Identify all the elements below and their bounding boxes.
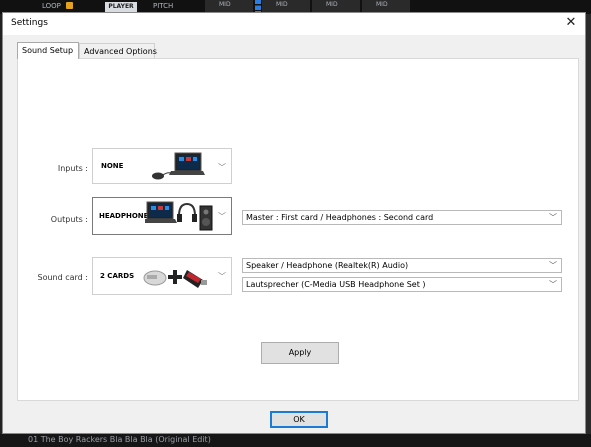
sound-card-label: Sound card : — [37, 273, 89, 282]
inputs-dropdown[interactable]: NONE ﹀ — [92, 148, 232, 184]
laptop-headphones-speaker-icon — [145, 201, 213, 231]
two-cards-icon — [143, 270, 207, 288]
sound-card-1-select[interactable]: Speaker / Headphone (Realtek(R) Audio) ﹀ — [242, 258, 562, 273]
title-bar: Settings ✕ — [3, 13, 585, 35]
ok-button[interactable]: OK — [270, 411, 328, 428]
lock-icon — [66, 2, 73, 9]
chevron-down-icon: ﹀ — [549, 213, 557, 222]
close-icon[interactable]: ✕ — [563, 15, 579, 31]
pitch-label: PITCH — [153, 2, 174, 10]
sound-setup-panel: Inputs : NONE ﹀ Outputs : HEADPHONES ﹀ M… — [17, 58, 579, 401]
sound-card-2-select[interactable]: Lautsprecher (C-Media USB Headphone Set … — [242, 277, 562, 292]
sound-card-value: 2 CARDS — [100, 272, 135, 280]
sound-card-1-value: Speaker / Headphone (Realtek(R) Audio) — [246, 261, 409, 270]
tab-advanced-options[interactable]: Advanced Options — [79, 43, 157, 58]
app-track-bar: 01 The Boy Rackers Bla Bla Bla (Original… — [0, 434, 591, 447]
output-mode-select[interactable]: Master : First card / Headphones : Secon… — [242, 210, 562, 225]
output-mode-value: Master : First card / Headphones : Secon… — [246, 213, 434, 222]
laptop-mouse-icon — [152, 152, 205, 180]
dialog-title: Settings — [11, 18, 48, 28]
track-title: 01 The Boy Rackers Bla Bla Bla (Original… — [28, 435, 211, 444]
outputs-label: Outputs : — [50, 215, 88, 224]
sound-card-dropdown[interactable]: 2 CARDS ﹀ — [92, 257, 232, 295]
chevron-down-icon: ﹀ — [218, 163, 226, 172]
chevron-down-icon: ﹀ — [218, 272, 226, 281]
player-tab[interactable]: PLAYER — [105, 2, 137, 12]
chevron-down-icon: ﹀ — [218, 212, 226, 221]
chevron-down-icon: ﹀ — [549, 280, 557, 289]
settings-dialog: Settings ✕ Sound Setup Advanced Options … — [2, 12, 586, 434]
inputs-value: NONE — [101, 162, 124, 170]
sound-card-2-value: Lautsprecher (C-Media USB Headphone Set … — [246, 280, 426, 289]
tab-sound-setup[interactable]: Sound Setup — [17, 42, 79, 59]
loop-label: LOOP — [42, 2, 61, 10]
chevron-down-icon: ﹀ — [549, 261, 557, 270]
inputs-label: Inputs : — [57, 164, 88, 173]
outputs-dropdown[interactable]: HEADPHONES ﹀ — [92, 197, 232, 235]
apply-button[interactable]: Apply — [261, 342, 339, 364]
